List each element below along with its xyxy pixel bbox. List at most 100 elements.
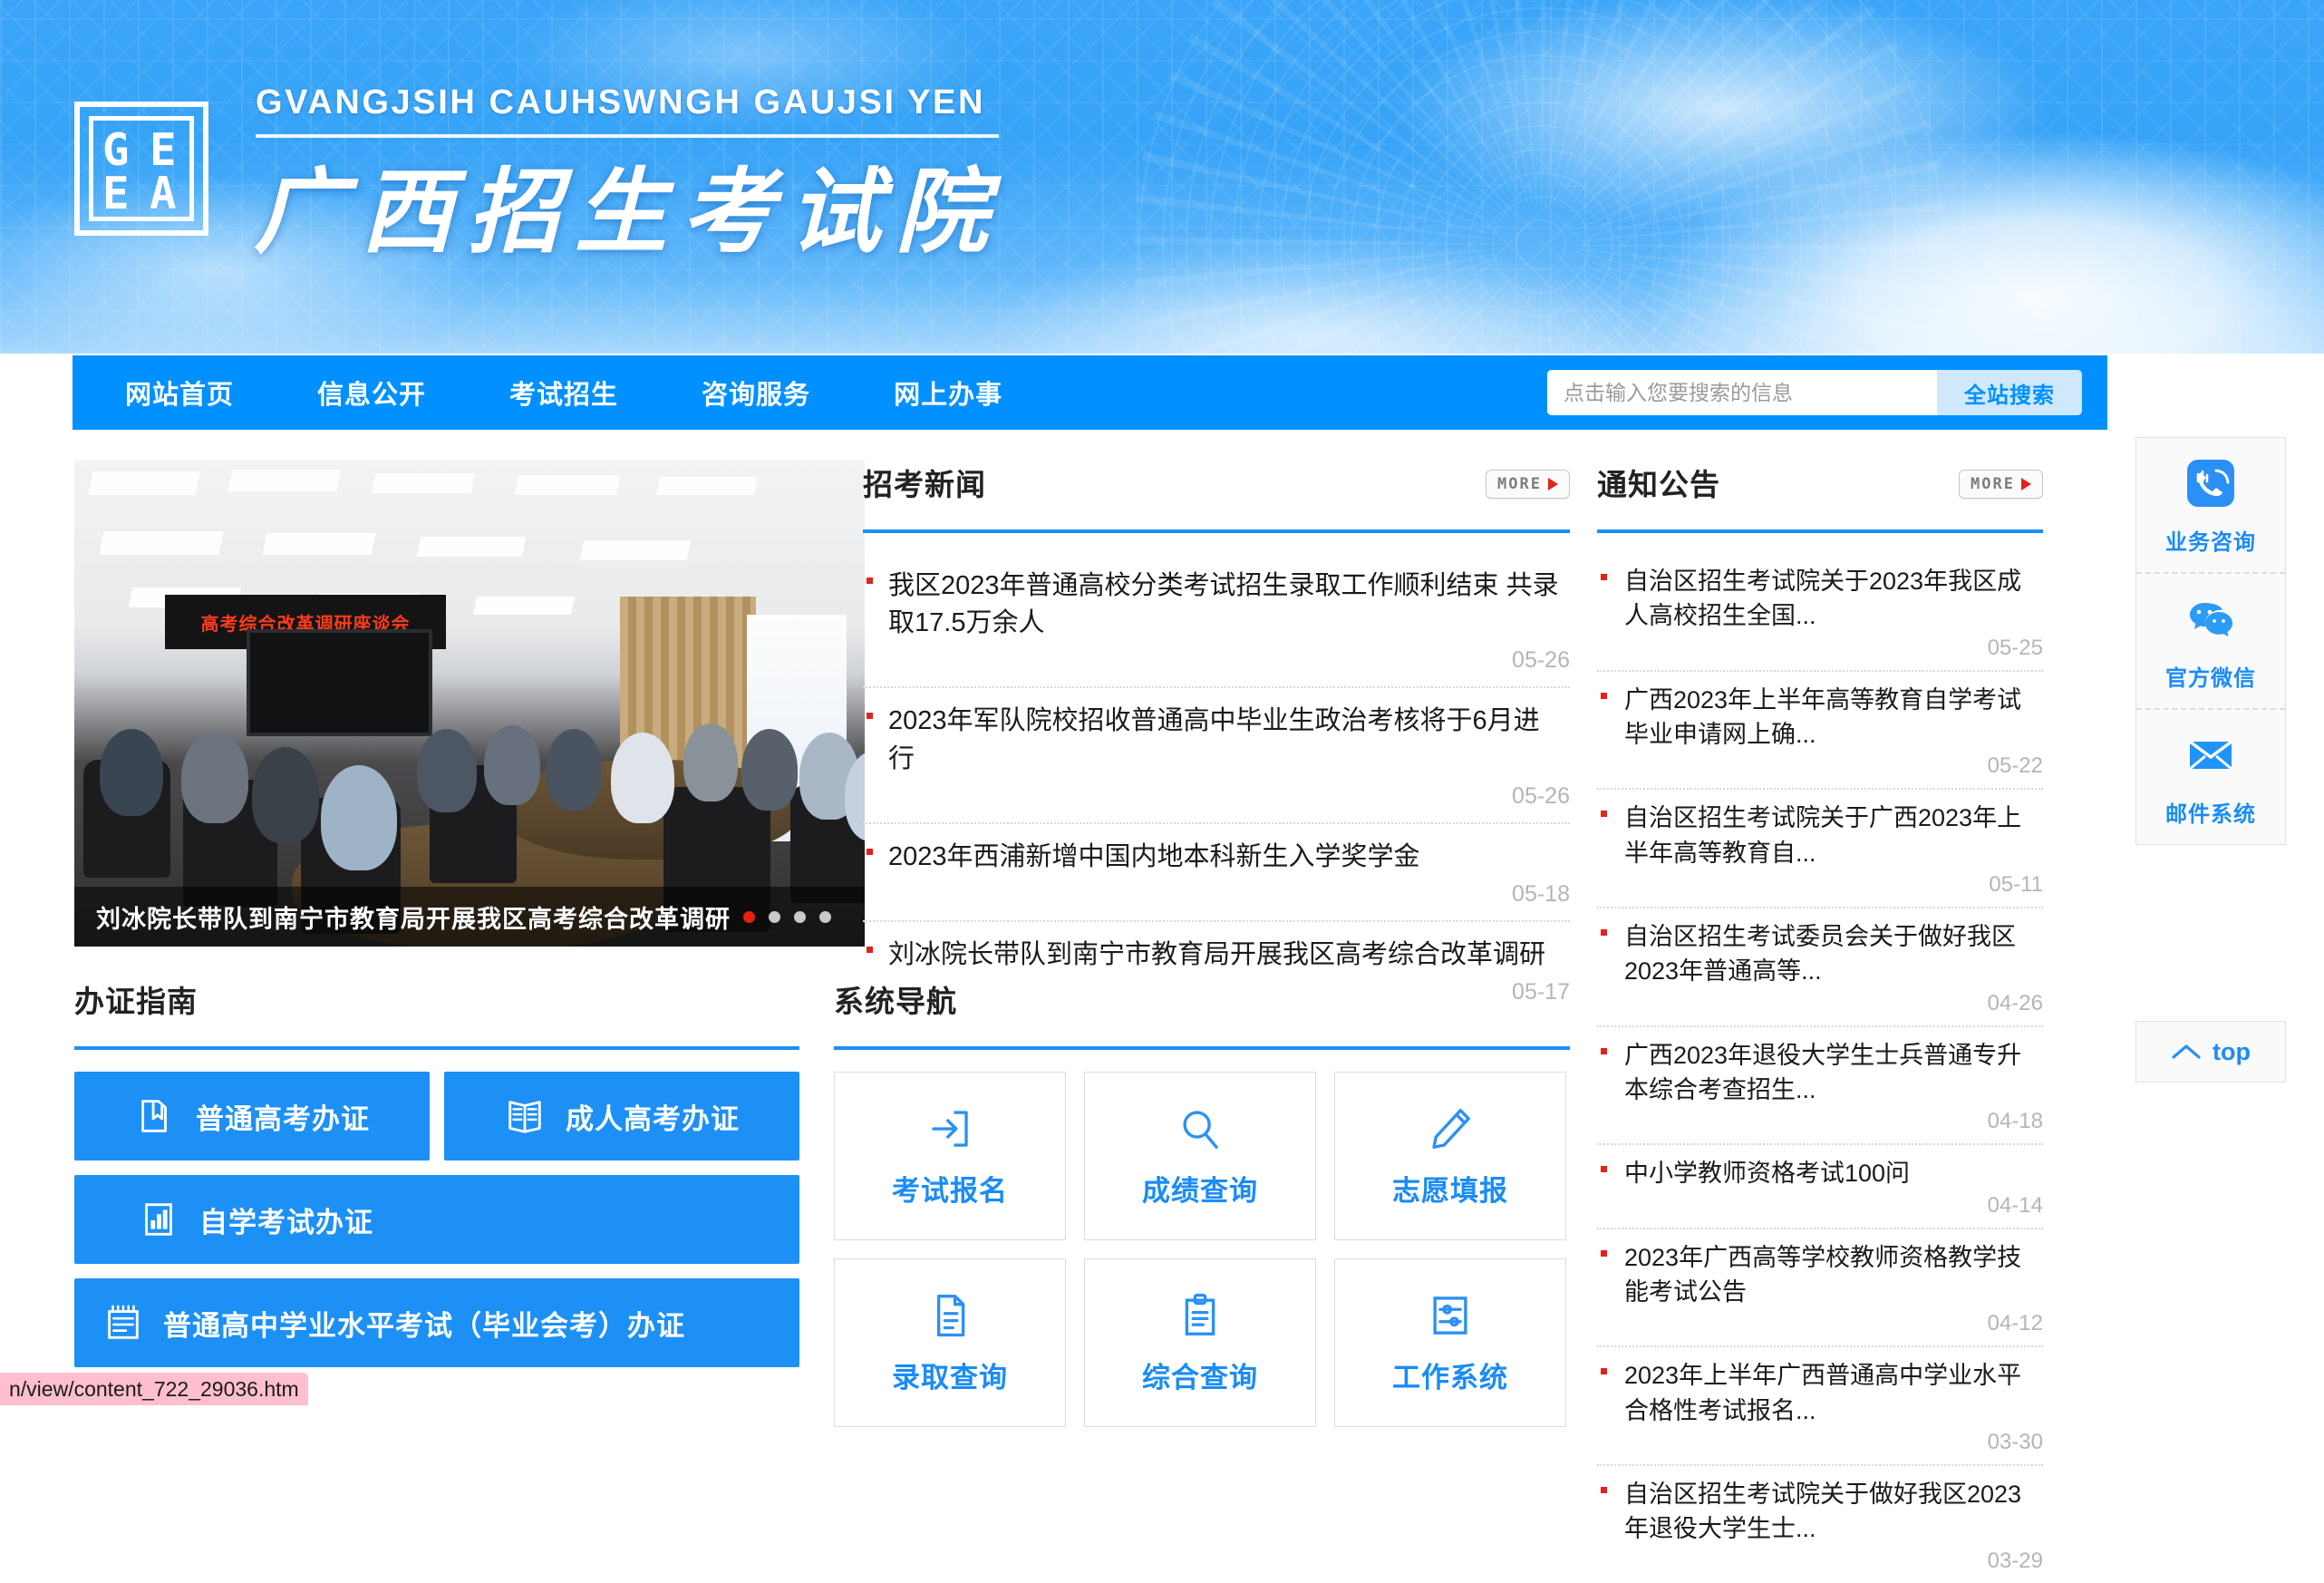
site-latin-title: GVANGJSIH CAUHSWNGH GAUJSI YEN bbox=[256, 83, 985, 122]
system-nav-panel: 系统导航 考试报名 成绩查询 bbox=[834, 977, 1570, 1427]
notice-item-date: 03-29 bbox=[1624, 1549, 2043, 1574]
nav-item-list: 网站首页 信息公开 考试招生 咨询服务 网上办事 bbox=[100, 374, 1060, 412]
nav-item-online[interactable]: 网上办事 bbox=[868, 374, 1028, 412]
notice-item-title: 广西2023年退役大学生士兵普通专升本综合考查招生... bbox=[1624, 1038, 2043, 1108]
cert-button-adult-gaokao[interactable]: 成人高考办证 bbox=[444, 1072, 799, 1161]
news-item-date: 05-26 bbox=[888, 783, 1570, 810]
carousel-pagination bbox=[743, 911, 831, 923]
back-to-top-label: top bbox=[2213, 1038, 2251, 1066]
cert-button-label: 成人高考办证 bbox=[566, 1096, 740, 1137]
notice-item-date: 04-26 bbox=[1624, 991, 2043, 1016]
search-button[interactable]: 全站搜索 bbox=[1937, 370, 2082, 415]
carousel-dot-4[interactable] bbox=[819, 911, 831, 923]
float-item-mail[interactable]: 邮件系统 bbox=[2136, 708, 2285, 844]
carousel-caption-text: 刘冰院长带队到南宁市教育局开展我区高考综合改革调研 bbox=[96, 899, 731, 935]
float-item-label: 邮件系统 bbox=[2136, 796, 2285, 828]
notice-list-item[interactable]: 自治区招生考试院关于做好我区2023年退役大学生士... 03-29 bbox=[1597, 1466, 2043, 1583]
news-carousel[interactable]: 高考综合改革调研座谈会 bbox=[74, 461, 865, 947]
search-box: 全站搜索 bbox=[1547, 370, 2082, 415]
open-book-icon bbox=[504, 1095, 546, 1137]
nav-item-exam[interactable]: 考试招生 bbox=[484, 374, 644, 412]
news-item-date: 05-26 bbox=[888, 647, 1570, 674]
sys-cell-exam-signup[interactable]: 考试报名 bbox=[834, 1072, 1066, 1240]
news-panel: 招考新闻 MORE 我区2023年普通高校分类考试招生录取工作顺利结束 共录取1… bbox=[863, 461, 1570, 1018]
news-list: 我区2023年普通高校分类考试招生录取工作顺利结束 共录取17.5万余人 05-… bbox=[863, 553, 1570, 1018]
notice-item-title: 广西2023年上半年高等教育自学考试毕业申请网上确... bbox=[1624, 683, 2043, 753]
sys-cell-label: 录取查询 bbox=[892, 1355, 1008, 1395]
notice-list-item[interactable]: 自治区招生考试院关于广西2023年上半年高等教育自... 05-11 bbox=[1597, 790, 2043, 908]
news-list-item[interactable]: 2023年西浦新增中国内地本科新生入学奖学金 05-18 bbox=[863, 824, 1570, 922]
meeting-screen bbox=[247, 629, 432, 736]
search-input[interactable] bbox=[1547, 370, 1937, 415]
site-logo[interactable]: G E E A bbox=[74, 102, 208, 236]
triangle-right-icon bbox=[2021, 478, 2031, 490]
logo-glyph-e2: E bbox=[102, 171, 129, 216]
chevron-up-icon bbox=[2171, 1042, 2202, 1062]
float-widget-panel: 业务咨询 官方微信 邮件系统 bbox=[2135, 437, 2286, 845]
sys-cell-volunteer-fill[interactable]: 志愿填报 bbox=[1334, 1072, 1566, 1240]
clipboard-icon bbox=[1176, 1291, 1225, 1340]
sys-cell-label: 考试报名 bbox=[892, 1168, 1008, 1209]
notice-list-item[interactable]: 2023年上半年广西普通高中学业水平合格性考试报名... 03-30 bbox=[1597, 1347, 2043, 1466]
float-item-consult[interactable]: 业务咨询 bbox=[2136, 438, 2285, 572]
ethnic-pattern-arc bbox=[1133, 0, 1949, 354]
news-item-date: 05-18 bbox=[888, 881, 1570, 908]
notice-item-title: 2023年广西高等学校教师资格教学技能考试公告 bbox=[1624, 1240, 2043, 1310]
bullet-square-icon bbox=[867, 578, 873, 584]
system-nav-title: 系统导航 bbox=[834, 977, 1570, 1021]
sys-cell-score-query[interactable]: 成绩查询 bbox=[1084, 1072, 1316, 1240]
news-more-button[interactable]: MORE bbox=[1486, 470, 1570, 499]
sys-cell-general-query[interactable]: 综合查询 bbox=[1084, 1258, 1316, 1427]
notice-item-date: 04-18 bbox=[1624, 1109, 2043, 1134]
document-icon bbox=[925, 1291, 974, 1340]
system-nav-rule bbox=[834, 1046, 1570, 1050]
cert-button-high-school[interactable]: 普通高中学业水平考试（毕业会考）办证 bbox=[74, 1278, 799, 1367]
bullet-square-icon bbox=[867, 849, 873, 855]
news-list-item[interactable]: 我区2023年普通高校分类考试招生录取工作顺利结束 共录取17.5万余人 05-… bbox=[863, 553, 1570, 688]
cert-button-label: 普通高中学业水平考试（毕业会考）办证 bbox=[163, 1303, 685, 1344]
bullet-square-icon bbox=[867, 713, 873, 719]
nav-item-home[interactable]: 网站首页 bbox=[100, 374, 259, 412]
cert-guide-title: 办证指南 bbox=[74, 977, 799, 1021]
bullet-square-icon bbox=[1601, 1250, 1607, 1257]
notice-item-title: 自治区招生考试委员会关于做好我区2023年普通高等... bbox=[1624, 919, 2043, 989]
notice-list-item[interactable]: 中小学教师资格考试100问 04-14 bbox=[1597, 1145, 2043, 1229]
main-content: 高考综合改革调研座谈会 bbox=[0, 430, 2324, 1405]
nav-item-info[interactable]: 信息公开 bbox=[292, 374, 451, 412]
notice-more-button[interactable]: MORE bbox=[1959, 470, 2043, 499]
carousel-dot-2[interactable] bbox=[769, 911, 780, 923]
sys-cell-admission-query[interactable]: 录取查询 bbox=[834, 1258, 1066, 1427]
float-item-label: 业务咨询 bbox=[2136, 524, 2285, 556]
news-item-title: 2023年军队院校招收普通高中毕业生政治考核将于6月进行 bbox=[888, 703, 1570, 777]
bullet-square-icon bbox=[1601, 574, 1607, 580]
notice-item-title: 自治区招生考试院关于做好我区2023年退役大学生士... bbox=[1624, 1477, 2043, 1547]
back-to-top-button[interactable]: top bbox=[2135, 1021, 2286, 1083]
notice-list-item[interactable]: 2023年广西高等学校教师资格教学技能考试公告 04-12 bbox=[1597, 1229, 2043, 1348]
carousel-dot-1[interactable] bbox=[743, 911, 755, 923]
float-item-wechat[interactable]: 官方微信 bbox=[2136, 572, 2285, 708]
bullet-square-icon bbox=[1601, 1166, 1607, 1172]
bullet-square-icon bbox=[867, 947, 873, 953]
bar-chart-icon bbox=[138, 1199, 179, 1240]
carousel-dot-3[interactable] bbox=[794, 911, 806, 923]
notice-list-item[interactable]: 自治区招生考试委员会关于做好我区2023年普通高等... 04-26 bbox=[1597, 908, 2043, 1027]
phone-icon bbox=[2185, 458, 2236, 509]
notice-list-item[interactable]: 自治区招生考试院关于2023年我区成人高校招生全国... 05-25 bbox=[1597, 553, 2043, 672]
notepad-icon bbox=[102, 1302, 143, 1344]
notice-item-date: 04-14 bbox=[1624, 1193, 2043, 1219]
notice-panel: 通知公告 MORE 自治区招生考试院关于2023年我区成人高校招生全国... 0… bbox=[1597, 461, 2043, 1583]
news-list-item[interactable]: 2023年军队院校招收普通高中毕业生政治考核将于6月进行 05-26 bbox=[863, 688, 1570, 823]
notice-list: 自治区招生考试院关于2023年我区成人高校招生全国... 05-25 广西202… bbox=[1597, 553, 2043, 1583]
notice-list-item[interactable]: 广西2023年上半年高等教育自学考试毕业申请网上确... 05-22 bbox=[1597, 672, 2043, 791]
cert-button-self-study[interactable]: 自学考试办证 bbox=[74, 1175, 799, 1264]
notice-item-title: 自治区招生考试院关于广西2023年上半年高等教育自... bbox=[1624, 801, 2043, 870]
bullet-square-icon bbox=[1601, 693, 1607, 699]
news-item-title: 刘冰院长带队到南宁市教育局开展我区高考综合改革调研 bbox=[888, 937, 1570, 974]
cert-button-gaokao[interactable]: 普通高考办证 bbox=[74, 1072, 430, 1161]
cert-guide-panel: 办证指南 普通高考办证 成人高考办证 bbox=[74, 977, 799, 1367]
notice-item-title: 中小学教师资格考试100问 bbox=[1624, 1156, 2043, 1190]
float-item-label: 官方微信 bbox=[2136, 660, 2285, 692]
notice-list-item[interactable]: 广西2023年退役大学生士兵普通专升本综合考查招生... 04-18 bbox=[1597, 1027, 2043, 1146]
sys-cell-work-system[interactable]: 工作系统 bbox=[1334, 1258, 1566, 1427]
nav-item-service[interactable]: 咨询服务 bbox=[676, 374, 836, 412]
